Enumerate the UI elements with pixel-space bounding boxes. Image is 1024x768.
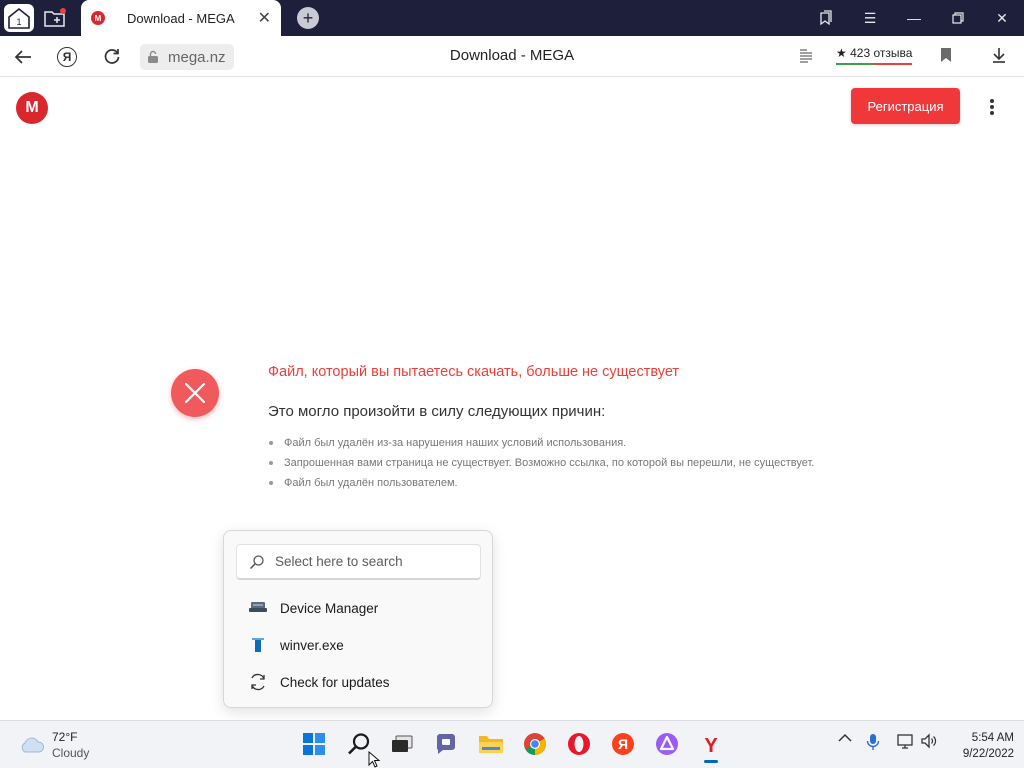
result-label: Check for updates <box>280 674 390 690</box>
hamburger-icon: ☰ <box>863 9 877 26</box>
chrome-button[interactable] <box>521 730 549 758</box>
chrome-icon <box>524 733 546 755</box>
search-input[interactable]: Select here to search <box>236 544 481 580</box>
mega-logo[interactable]: M <box>16 92 48 124</box>
arrow-left-icon <box>14 50 31 64</box>
result-label: Device Manager <box>280 600 379 616</box>
mouse-cursor-icon <box>368 751 381 768</box>
yandex-button[interactable]: Я <box>54 44 80 70</box>
folder-icon <box>479 736 503 753</box>
bookmark-icon[interactable] <box>940 47 952 68</box>
yandex-browser-button[interactable]: Y <box>697 730 725 763</box>
microphone-icon <box>866 734 880 750</box>
refresh-icon <box>251 673 265 691</box>
lock-icon[interactable] <box>146 50 160 64</box>
svg-text:Y: Y <box>704 735 718 756</box>
result-device-manager[interactable]: Device Manager <box>248 596 378 620</box>
start-button[interactable] <box>300 730 328 758</box>
alice-icon <box>656 733 678 755</box>
restore-icon <box>952 12 964 24</box>
opera-icon <box>568 733 590 755</box>
network-icon <box>897 734 913 749</box>
close-icon: ✕ <box>996 9 1008 26</box>
reload-icon <box>104 49 120 64</box>
tray-overflow-button[interactable] <box>838 733 852 743</box>
yandex-icon: Я <box>612 733 634 755</box>
search-icon <box>249 554 264 569</box>
error-subtitle: Это могло произойти в силу следующих при… <box>268 403 606 420</box>
alice-button[interactable] <box>653 730 681 758</box>
collections-button[interactable] <box>804 0 848 36</box>
speaker-icon <box>921 733 937 749</box>
volume-button[interactable] <box>920 733 938 749</box>
close-window-button[interactable]: ✕ <box>980 0 1024 36</box>
address-bar: Я mega.nz Download - MEGA ★ 423 отзыва <box>0 36 1024 77</box>
download-icon[interactable] <box>990 46 1008 69</box>
back-button[interactable] <box>10 44 36 70</box>
mega-favicon-icon: M <box>91 11 105 25</box>
active-indicator <box>704 760 718 763</box>
tabs-home-button[interactable]: 1 <box>4 4 34 32</box>
microphone-button[interactable] <box>866 733 880 751</box>
chat-button[interactable] <box>432 730 460 758</box>
result-winver[interactable]: winver.exe <box>248 633 344 657</box>
menu-button[interactable]: ☰ <box>848 0 892 36</box>
tab-mega[interactable]: M Download - MEGA ✕ <box>81 0 281 36</box>
result-check-updates[interactable]: Check for updates <box>248 670 390 694</box>
yandex-app-button[interactable]: Я <box>609 730 637 758</box>
star-icon: ★ <box>836 46 847 60</box>
weather-widget[interactable]: 72°F Cloudy <box>18 729 89 761</box>
register-button[interactable]: Регистрация <box>851 88 960 124</box>
new-tab-button[interactable]: + <box>297 7 319 29</box>
weather-temp: 72°F <box>52 730 78 744</box>
exe-file-icon <box>252 638 264 652</box>
teams-chat-icon <box>436 734 455 754</box>
search-placeholder: Select here to search <box>275 554 403 569</box>
more-options-icon[interactable] <box>984 96 1000 118</box>
windows-start-icon <box>303 733 325 755</box>
home-icon: 1 <box>8 7 30 29</box>
folder-plus-icon <box>44 8 66 27</box>
error-reasons-list: Файл был удалён из-за нарушения наших ус… <box>268 434 814 494</box>
clock-date: 9/22/2022 <box>962 748 1014 760</box>
yandex-logo-icon: Я <box>57 47 77 67</box>
task-view-icon <box>392 735 413 752</box>
yandex-browser-icon: Y <box>704 735 718 756</box>
svg-text:Я: Я <box>618 736 628 752</box>
network-button[interactable] <box>896 733 914 749</box>
device-manager-icon <box>249 602 267 612</box>
reviews-label: 423 отзыва <box>850 46 913 60</box>
error-reason: Файл был удалён пользователем. <box>268 474 814 494</box>
new-tab-folder-button[interactable] <box>40 4 70 32</box>
taskbar: 72°F Cloudy Я Y 5:54 AM 9/22/2022 <box>0 720 1024 768</box>
file-explorer-button[interactable] <box>477 730 505 758</box>
clock-time: 5:54 AM <box>971 732 1014 744</box>
reader-mode-icon[interactable] <box>798 47 814 68</box>
url-field[interactable]: mega.nz <box>140 44 234 70</box>
tab-strip: 1 M Download - MEGA ✕ + ☰ — ✕ <box>0 0 1024 36</box>
result-label: winver.exe <box>280 637 344 653</box>
minimize-icon: — <box>907 10 921 26</box>
task-view-button[interactable] <box>388 730 416 758</box>
error-reason: Файл был удалён из-за нарушения наших ус… <box>268 434 814 454</box>
chevron-up-icon <box>838 733 852 742</box>
restore-button[interactable] <box>936 0 980 36</box>
system-clock[interactable]: 5:54 AM 9/22/2022 <box>944 730 1014 762</box>
tab-title: Download - MEGA <box>127 10 235 26</box>
opera-button[interactable] <box>565 730 593 758</box>
home-badge: 1 <box>16 17 21 27</box>
weather-condition: Cloudy <box>52 746 90 760</box>
reviews-badge[interactable]: ★ 423 отзыва <box>836 46 913 65</box>
url-domain: mega.nz <box>168 48 226 66</box>
error-reason: Запрошенная вами страница не существует.… <box>268 454 814 474</box>
minimize-button[interactable]: — <box>892 0 936 36</box>
tab-close-icon[interactable]: ✕ <box>258 8 271 28</box>
error-title: Файл, который вы пытаетесь скачать, боль… <box>268 364 680 380</box>
reload-button[interactable] <box>99 44 125 70</box>
search-popup: Select here to search Device Manager win… <box>223 530 493 708</box>
error-icon <box>171 369 219 417</box>
bookmarks-collection-icon <box>820 10 832 26</box>
cloud-icon <box>21 737 45 753</box>
